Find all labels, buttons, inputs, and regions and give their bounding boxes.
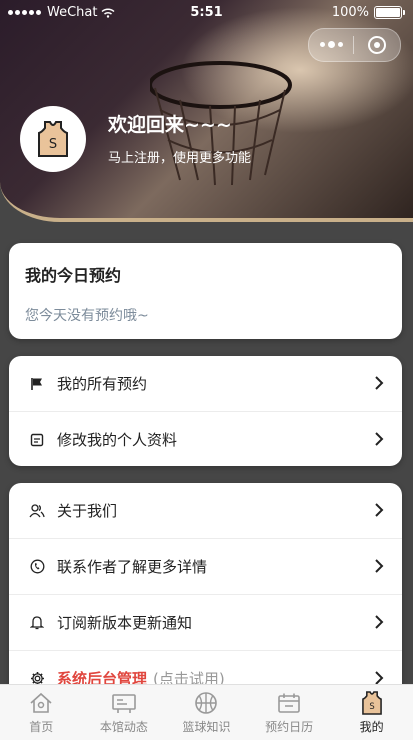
- basketball-icon: [194, 690, 218, 716]
- tab-label: 我的: [359, 720, 384, 734]
- menu-item-label: 修改我的个人资料: [57, 431, 178, 449]
- svg-text:S: S: [369, 701, 374, 711]
- menu-item-label: 我的所有预约: [57, 375, 148, 393]
- tab-news[interactable]: 本馆动态: [83, 685, 166, 740]
- bell-icon: [29, 615, 45, 631]
- menu-item-label: 订阅新版本更新通知: [57, 614, 193, 632]
- miniprogram-capsule: [308, 28, 401, 62]
- tab-label: 预约日历: [265, 720, 314, 734]
- jersey-icon: S: [38, 121, 68, 157]
- news-icon: [111, 690, 137, 716]
- tab-label: 本馆动态: [99, 720, 148, 734]
- bottom-tab-bar: 首页 本馆动态 篮球知识 预约日历 S 我的: [0, 684, 413, 740]
- chevron-right-icon: [375, 376, 384, 390]
- tab-mine[interactable]: S 我的: [330, 685, 413, 740]
- menu-item-label: 联系作者了解更多详情: [57, 558, 208, 576]
- today-reservation-title: 我的今日预约: [25, 266, 122, 285]
- register-prompt[interactable]: 马上注册，使用更多功能: [108, 147, 251, 166]
- svg-text:S: S: [49, 137, 57, 152]
- today-reservation-card: 我的今日预约 您今天没有预约哦~: [9, 243, 402, 339]
- more-menu-icon[interactable]: [309, 41, 353, 48]
- close-miniprogram-icon[interactable]: [354, 36, 399, 54]
- menu-item-label: 关于我们: [57, 502, 118, 520]
- tab-label: 篮球知识: [182, 720, 231, 734]
- tab-calendar[interactable]: 预约日历: [248, 685, 331, 740]
- chevron-right-icon: [375, 615, 384, 629]
- menu-item-subscribe-updates[interactable]: 订阅新版本更新通知: [9, 595, 402, 651]
- account-menu-card: 我的所有预约 修改我的个人资料: [9, 356, 402, 466]
- status-bar: WeChat 5:51 100%: [0, 0, 413, 26]
- menu-item-about-us[interactable]: 关于我们: [9, 483, 402, 539]
- chevron-right-icon: [375, 503, 384, 517]
- users-icon: [29, 503, 45, 519]
- tab-basketball-knowledge[interactable]: 篮球知识: [165, 685, 248, 740]
- info-menu-card: 关于我们 联系作者了解更多详情 订阅新版本更新通知 系统后台管理 (点击试用): [9, 483, 402, 713]
- home-icon: [29, 690, 53, 716]
- battery-percent: 100%: [331, 5, 369, 20]
- phone-icon: [29, 559, 45, 575]
- battery-icon: [374, 6, 402, 19]
- welcome-text: 欢迎回来~~~: [108, 114, 232, 136]
- calendar-icon: [277, 690, 301, 716]
- tab-home[interactable]: 首页: [0, 685, 83, 740]
- avatar[interactable]: S: [20, 106, 86, 172]
- chevron-right-icon: [375, 432, 384, 446]
- chevron-right-icon: [375, 559, 384, 573]
- today-reservation-empty: 您今天没有预约哦~: [25, 308, 149, 324]
- tab-label: 首页: [29, 720, 54, 734]
- edit-icon: [29, 432, 45, 448]
- menu-item-edit-profile[interactable]: 修改我的个人资料: [9, 412, 402, 467]
- menu-item-contact-author[interactable]: 联系作者了解更多详情: [9, 539, 402, 595]
- jersey-icon: S: [361, 690, 383, 716]
- menu-item-all-reservations[interactable]: 我的所有预约: [9, 356, 402, 412]
- flag-icon: [29, 376, 45, 392]
